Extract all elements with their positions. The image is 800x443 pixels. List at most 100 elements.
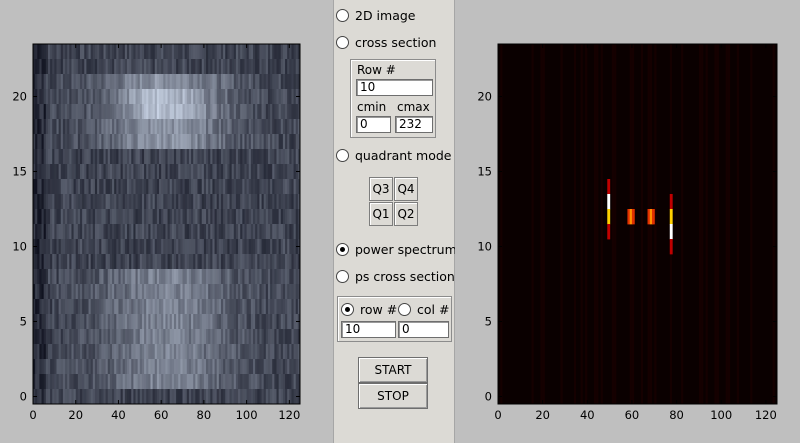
radio-col-number-label: col #	[417, 301, 450, 317]
x-tick-label: 60	[154, 408, 169, 422]
radio-quadrant-mode[interactable]: quadrant mode	[336, 145, 452, 165]
y-tick-label: 0	[20, 390, 27, 404]
spectrum-peak	[607, 179, 611, 195]
x-tick-label: 60	[625, 408, 640, 422]
radio-row-number[interactable]: row #	[341, 299, 397, 319]
x-tick-label: 0	[29, 408, 36, 422]
spectrum-texture	[716, 44, 719, 404]
image-heatmap	[33, 44, 301, 405]
y-tick-label: 20	[477, 90, 492, 104]
spectrum-peak	[669, 209, 673, 225]
row-number-input[interactable]: 10	[341, 321, 396, 338]
spectrum-texture	[593, 44, 597, 404]
y-tick-label: 15	[12, 165, 27, 179]
row-settings-group: Row # 10 cmin cmax 0 232	[350, 59, 436, 138]
x-tick-label: 120	[278, 408, 300, 422]
spectrum-texture	[640, 44, 644, 404]
power-spectrum-background	[498, 44, 777, 404]
radio-cross-section-label: cross section	[355, 34, 437, 50]
radio-row-number-indicator[interactable]	[341, 302, 354, 316]
x-tick-label: 100	[710, 408, 732, 422]
spectrum-peak	[607, 209, 611, 225]
radio-row-number-label: row #	[360, 301, 398, 317]
spectrum-texture	[560, 44, 563, 404]
x-tick-label: 80	[669, 408, 684, 422]
power-spectrum-plot-panel: 0 20 40 60 80 100 120 0 5 10 15 20	[455, 0, 800, 443]
row-col-group: row # col # 10 0	[337, 296, 452, 342]
spectrum-texture	[600, 44, 603, 404]
q4-button[interactable]: Q4	[394, 177, 418, 201]
y-tick-label: 10	[477, 240, 492, 254]
spectrum-texture	[531, 44, 534, 404]
radio-quadrant-mode-label: quadrant mode	[355, 147, 452, 163]
q1-button[interactable]: Q1	[369, 202, 393, 226]
spectrum-peak	[607, 224, 611, 240]
q2-button[interactable]: Q2	[394, 202, 418, 226]
spectrum-texture	[681, 44, 684, 404]
y-tick-label: 20	[12, 90, 27, 104]
spectrum-texture	[750, 44, 753, 404]
row-input[interactable]: 10	[356, 79, 433, 96]
radio-col-number-indicator[interactable]	[398, 302, 411, 316]
spectrum-texture	[611, 44, 615, 404]
radio-ps-cross-section[interactable]: ps cross section	[336, 266, 455, 286]
spectrum-texture	[585, 44, 588, 404]
spectrum-peak	[669, 239, 673, 255]
spectrum-peak	[631, 209, 635, 225]
x-tick-label: 0	[494, 408, 501, 422]
y-tick-label: 5	[20, 315, 27, 329]
radio-2d-image-indicator[interactable]	[336, 8, 349, 22]
spectrum-texture	[596, 44, 599, 404]
row-label: Row #	[357, 63, 396, 77]
power-spectrum-plot: 0 20 40 60 80 100 120 0 5 10 15 20	[477, 43, 778, 422]
radio-ps-cross-section-indicator[interactable]	[336, 269, 349, 283]
spectrum-texture	[540, 44, 543, 404]
image-plot: 0 20 40 60 80 100 120 0 5 10 15 20	[12, 43, 301, 422]
cmax-label: cmax	[397, 100, 430, 114]
stop-button[interactable]: STOP	[358, 383, 428, 409]
spectrum-texture	[725, 44, 728, 404]
col-number-input[interactable]: 0	[398, 321, 449, 338]
spectrum-peak	[652, 209, 655, 225]
spectrum-texture	[714, 44, 717, 404]
spectrum-texture	[500, 44, 503, 404]
radio-power-spectrum-indicator[interactable]	[336, 242, 349, 256]
radio-cross-section-indicator[interactable]	[336, 35, 349, 49]
spectrum-texture	[772, 44, 775, 404]
radio-power-spectrum-label: power spectrum	[355, 241, 457, 257]
x-tick-label: 20	[68, 408, 83, 422]
spectrum-texture	[698, 44, 702, 404]
x-tick-label: 120	[755, 408, 777, 422]
y-tick-label: 0	[485, 390, 492, 404]
spectrum-peak	[669, 194, 673, 210]
spectrum-peak	[669, 224, 673, 240]
radio-power-spectrum[interactable]: power spectrum	[336, 239, 457, 259]
q3-button[interactable]: Q3	[369, 177, 393, 201]
x-tick-label: 80	[197, 408, 212, 422]
spectrum-texture	[614, 44, 617, 404]
spectrum-texture	[736, 44, 740, 404]
x-tick-label: 40	[111, 408, 126, 422]
spectrum-texture	[580, 44, 583, 404]
spectrum-texture	[701, 44, 704, 404]
spectrum-peak	[607, 194, 611, 210]
spectrum-texture	[542, 44, 545, 404]
radio-cross-section[interactable]: cross section	[336, 32, 436, 52]
cmin-label: cmin	[357, 100, 387, 114]
spectrum-texture	[727, 44, 731, 404]
x-tick-label: 40	[580, 408, 595, 422]
cmin-input[interactable]: 0	[356, 116, 391, 133]
control-panel: 2D image cross section Row # 10 cmin cma…	[333, 0, 457, 443]
y-tick-label: 5	[485, 315, 492, 329]
radio-col-number[interactable]: col #	[398, 299, 449, 319]
y-tick-label: 10	[12, 240, 27, 254]
radio-2d-image[interactable]: 2D image	[336, 5, 416, 25]
y-tick-label: 15	[477, 165, 492, 179]
radio-quadrant-mode-indicator[interactable]	[336, 148, 349, 162]
cmax-input[interactable]: 232	[395, 116, 433, 133]
spectrum-texture	[705, 44, 708, 404]
radio-2d-image-label: 2D image	[355, 7, 416, 23]
start-button[interactable]: START	[358, 357, 428, 383]
x-tick-label: 20	[535, 408, 550, 422]
spectrum-texture	[573, 44, 577, 404]
